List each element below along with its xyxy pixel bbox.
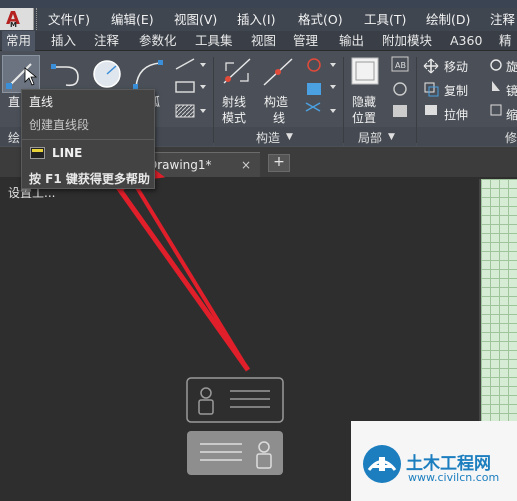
- tooltip-description: 创建直线段: [29, 118, 90, 132]
- tooltip-command: LINE: [52, 146, 83, 160]
- watermark: 土木工程网 www.civilcn.com: [351, 421, 517, 501]
- command-line-icon: [30, 147, 45, 159]
- tooltip-help-text: 按 F1 键获得更多帮助: [29, 172, 150, 186]
- watermark-logo-icon: [363, 445, 401, 483]
- watermark-url: www.civilcn.com: [408, 471, 500, 484]
- line-tooltip: 直线 创建直线段 LINE 按 F1 键获得更多帮助: [21, 89, 155, 189]
- tooltip-title: 直线: [29, 95, 54, 109]
- tooltip-divider: [22, 139, 154, 140]
